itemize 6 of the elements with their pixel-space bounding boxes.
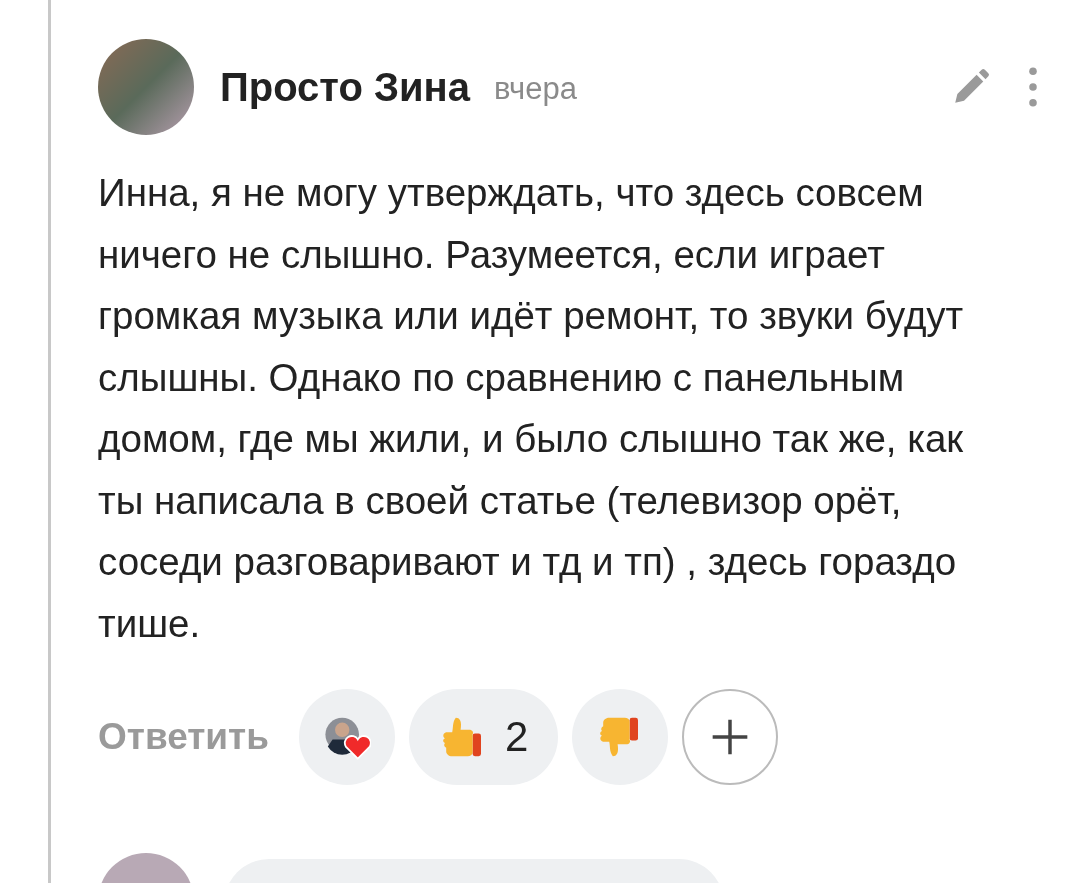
like-button[interactable]: 2 — [409, 689, 559, 785]
more-options-icon[interactable] — [1028, 66, 1038, 108]
like-count: 2 — [505, 713, 529, 761]
comment-time: вчера — [494, 71, 577, 107]
author-name[interactable]: Просто Зина — [220, 64, 470, 110]
comment-text: Инна, я не могу утверждать, что здесь совсем ничего не слышно. Разумеется, если играет громкая музыка или идёт ремонт, то звуки будут слышны. Однако по сравнению с панельным домом, где мы жили, и было слышно так же, как ты написала в своей статье (телевизор орёт, соседи разговаривают и тд и тп) , здесь гораздо тише. — [98, 170, 965, 647]
